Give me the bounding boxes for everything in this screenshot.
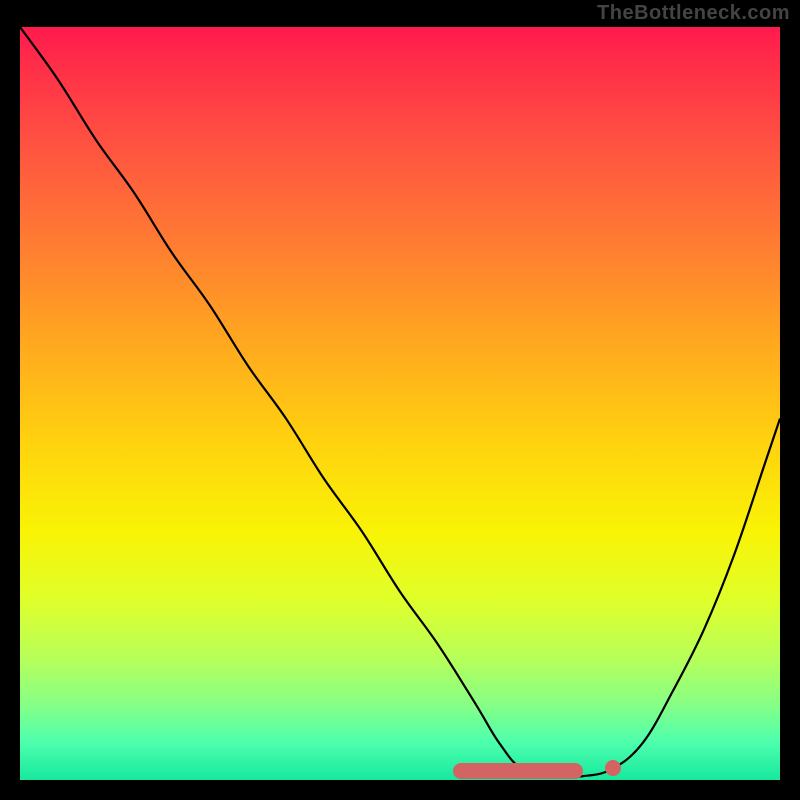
watermark-text: TheBottleneck.com — [597, 2, 790, 25]
bottleneck-curve — [20, 27, 780, 780]
chart-frame: TheBottleneck.com — [0, 0, 800, 800]
curve-path — [20, 27, 780, 777]
flat-minimum-bar — [453, 763, 583, 779]
plot-area — [20, 27, 780, 780]
flat-minimum-end-dot — [605, 760, 621, 776]
